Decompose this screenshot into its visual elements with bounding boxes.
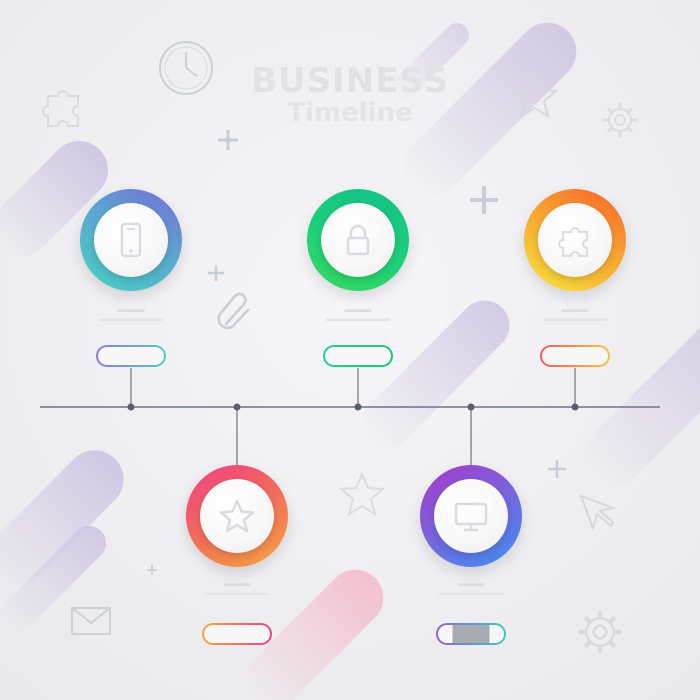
puzzle-icon <box>558 227 588 257</box>
milestone-ring-1 <box>80 189 182 291</box>
milestone-caption-5: ▬▬▬ ▬▬▬▬▬▬▬▬ <box>439 578 503 597</box>
milestone-ring-4 <box>186 465 288 567</box>
milestone-badge-4 <box>200 479 274 553</box>
timeline-dot <box>354 403 362 411</box>
milestone-caption-4: ▬▬▬ ▬▬▬▬▬▬▬▬ <box>205 578 269 597</box>
timeline-dot <box>467 403 475 411</box>
star-icon <box>219 499 255 533</box>
milestone-caption-2: ▬▬▬ ▬▬▬▬▬▬▬▬ <box>326 304 390 323</box>
lock-icon <box>346 224 370 256</box>
timeline-dot <box>233 403 241 411</box>
milestone-badge-5 <box>434 479 508 553</box>
timeline-dot <box>571 403 579 411</box>
milestone-button-2[interactable] <box>323 345 393 367</box>
milestone-caption-1: ▬▬▬ ▬▬▬▬▬▬▬▬ <box>99 304 163 323</box>
timeline-dot <box>127 403 135 411</box>
milestone-caption-3: ▬▬▬ ▬▬▬▬▬▬▬▬ <box>543 304 607 323</box>
milestone-ring-2 <box>307 189 409 291</box>
milestone-badge-1 <box>94 203 168 277</box>
milestone-button-5[interactable] <box>436 623 506 645</box>
infographic-canvas: BUSINESS Timeline ▬▬▬ ▬▬▬▬▬▬▬▬ ▬▬▬ ▬▬▬▬▬… <box>0 0 700 700</box>
milestone-button-3[interactable] <box>540 345 610 367</box>
milestone-ring-5 <box>420 465 522 567</box>
milestone-badge-3 <box>538 203 612 277</box>
milestone-button-4[interactable] <box>202 623 272 645</box>
smartphone-icon <box>120 222 142 258</box>
milestone-badge-2 <box>321 203 395 277</box>
milestone-button-1[interactable] <box>96 345 166 367</box>
milestone-ring-3 <box>524 189 626 291</box>
monitor-icon <box>454 502 488 532</box>
